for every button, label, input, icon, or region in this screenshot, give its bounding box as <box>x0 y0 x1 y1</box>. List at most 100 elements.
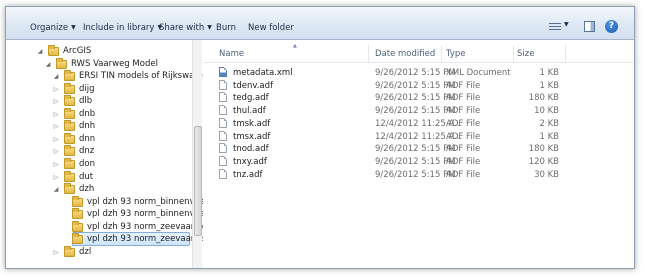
folder-icon <box>64 107 75 119</box>
tree-item[interactable]: vpl dzh 93 norm_binnenvaart onderh <box>6 195 245 209</box>
file-row[interactable]: tmsk.adf 12/4/2012 11:25 A... ADF File 2 KB <box>203 117 634 131</box>
collapsed-arrow-icon[interactable]: ▷ <box>52 145 60 158</box>
chevron-down-icon: ▼ <box>564 21 569 28</box>
tree-item[interactable]: ▷ dzl <box>6 245 192 259</box>
preview-pane-button[interactable] <box>584 19 596 35</box>
file-icon <box>219 79 227 90</box>
file-row[interactable]: thul.adf 9/26/2012 5:15 PM ADF File 10 KB <box>203 105 634 118</box>
tree-item[interactable]: vpl dzh 93 norm_binnenvaart streef <box>6 208 239 221</box>
column-divider[interactable] <box>565 45 566 62</box>
explorer-window: Organize ▼ Include in library ▼ Share with… <box>5 6 635 269</box>
file-icon <box>219 143 227 154</box>
tree-item[interactable]: ◢ ArcGIS <box>6 45 192 58</box>
include-in-library-label: Include in library <box>83 23 155 33</box>
collapsed-arrow-icon[interactable]: ▷ <box>52 83 60 96</box>
help-icon: ? <box>605 20 618 33</box>
burn-button[interactable]: Burn <box>216 21 236 35</box>
collapsed-arrow-icon[interactable]: ▷ <box>52 133 60 146</box>
file-size: 2 KB <box>539 118 559 129</box>
column-header-size[interactable]: Size <box>517 48 534 61</box>
nav-scrollbar[interactable] <box>192 40 202 268</box>
file-name: tmsk.adf <box>233 118 271 129</box>
expanded-arrow-icon[interactable]: ◢ <box>44 58 52 71</box>
collapsed-arrow-icon[interactable]: ▷ <box>52 95 60 108</box>
folder-icon <box>64 70 75 82</box>
file-row[interactable]: tmsx.adf 12/4/2012 11:25 A... ADF File 1 KB <box>203 130 634 144</box>
collapsed-arrow-icon[interactable]: ▷ <box>52 158 60 171</box>
file-icon <box>219 130 227 141</box>
change-view-button[interactable]: ▼ <box>549 19 571 35</box>
xml-file-icon <box>219 67 227 77</box>
file-size: 180 KB <box>528 93 559 104</box>
file-type: ADF File <box>446 93 481 104</box>
column-header-name[interactable]: Name <box>219 48 244 61</box>
file-row[interactable]: metadata.xml 9/26/2012 5:15 PM XML Documen… <box>203 67 634 80</box>
scrollbar-thumb[interactable] <box>194 126 202 236</box>
tree-item[interactable]: ▷ dlb <box>6 95 192 108</box>
folder-icon <box>64 183 75 195</box>
folder-icon <box>72 208 83 220</box>
file-row[interactable]: tedg.adf 9/26/2012 5:15 PM ADF File 180 KB <box>203 92 634 105</box>
tree-item[interactable]: ▷ dijg <box>6 82 192 96</box>
file-list: Name ▲ Date modified Type Size metadata.… <box>203 40 634 268</box>
file-type: ADF File <box>446 131 481 142</box>
tree-item[interactable]: ▷ dnh <box>6 120 192 133</box>
organize-button[interactable]: Organize ▼ <box>30 21 76 35</box>
help-button[interactable]: ? <box>605 19 619 35</box>
tree-item[interactable]: ▷ don <box>6 157 192 171</box>
collapsed-arrow-icon[interactable]: ▷ <box>52 171 60 184</box>
command-bar: Organize ▼ Include in library ▼ Share with… <box>6 7 634 40</box>
tree-item[interactable]: ▷ dut <box>6 170 192 184</box>
file-row[interactable]: tnod.adf 9/26/2012 5:15 PM ADF File 180 KB <box>203 143 634 156</box>
view-list-icon <box>549 23 561 32</box>
column-divider[interactable] <box>513 45 514 62</box>
tree-item[interactable]: ▷ dnb <box>6 107 192 121</box>
expanded-arrow-icon[interactable]: ◢ <box>52 183 60 196</box>
file-name: thul.adf <box>233 106 266 117</box>
tree-item-label: dnh <box>79 121 96 132</box>
collapsed-arrow-icon[interactable]: ▷ <box>52 120 60 133</box>
folder-icon <box>64 95 75 107</box>
sort-up-icon: ▲ <box>293 43 297 49</box>
column-divider[interactable] <box>368 45 369 62</box>
column-header-type[interactable]: Type <box>446 48 466 61</box>
file-icon <box>219 168 227 179</box>
include-in-library-button[interactable]: Include in library ▼ <box>83 21 162 35</box>
column-divider[interactable] <box>441 45 442 62</box>
tree-item[interactable]: ▷ dnz <box>6 145 192 158</box>
collapsed-arrow-icon[interactable]: ▷ <box>52 246 60 259</box>
file-type: ADF File <box>446 118 481 129</box>
folder-icon <box>64 245 75 257</box>
file-size: 180 KB <box>528 144 559 155</box>
tree-item[interactable]: ◢ dzh <box>6 183 192 196</box>
file-row[interactable]: tdenv.adf 9/26/2012 5:15 PM ADF File 1 KB <box>203 79 634 93</box>
tree-item[interactable]: ▷ dnn <box>6 132 192 146</box>
file-row[interactable]: tnz.adf 9/26/2012 5:15 PM ADF File 30 KB <box>203 168 634 182</box>
folder-icon <box>48 45 59 56</box>
tree-item[interactable]: vpl dzh 93 norm_zeevaart_streef <box>6 232 226 247</box>
share-with-label: Share with <box>159 23 205 33</box>
file-name: tnxy.adf <box>233 156 267 167</box>
column-header-date-modified[interactable]: Date modified <box>375 48 435 61</box>
new-folder-button[interactable]: New folder <box>248 21 294 35</box>
folder-icon <box>64 145 75 157</box>
share-with-button[interactable]: Share with ▼ <box>159 21 212 35</box>
file-date-modified: 9/26/2012 5:15 PM <box>375 156 456 167</box>
file-size: 30 KB <box>534 169 559 180</box>
file-size: 1 KB <box>539 80 559 91</box>
folder-icon <box>64 170 75 182</box>
file-date-modified: 9/26/2012 5:15 PM <box>375 169 456 180</box>
expanded-arrow-icon[interactable]: ◢ <box>52 70 60 83</box>
file-icon <box>219 155 227 166</box>
expanded-arrow-icon[interactable]: ◢ <box>36 45 44 58</box>
collapsed-arrow-icon[interactable]: ▷ <box>52 108 60 121</box>
file-icon <box>219 105 227 116</box>
folder-icon <box>64 157 75 169</box>
tree-item[interactable]: ◢ ERSI TIN models of Rijkswaterstaat <box>6 70 228 83</box>
file-name: tnod.adf <box>233 144 269 155</box>
file-row[interactable]: tnxy.adf 9/26/2012 5:15 PM ADF File 120 KB <box>203 155 634 169</box>
organize-label: Organize <box>30 23 69 33</box>
tree-item[interactable]: ◢ RWS Vaarweg Model <box>6 57 192 71</box>
new-folder-label: New folder <box>248 23 294 33</box>
file-name: metadata.xml <box>233 68 293 78</box>
